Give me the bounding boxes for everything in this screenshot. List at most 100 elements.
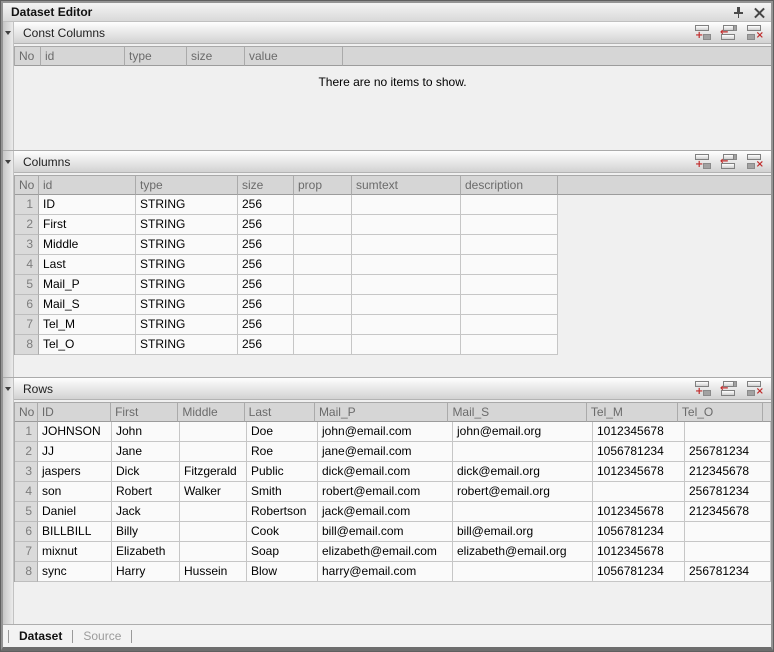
row-number-cell[interactable]: 2 [15, 215, 39, 235]
data-cell[interactable] [461, 235, 558, 255]
data-cell[interactable] [294, 255, 352, 275]
data-cell[interactable] [294, 275, 352, 295]
data-cell[interactable]: john@email.com [318, 422, 453, 442]
data-cell[interactable] [453, 502, 593, 522]
data-cell[interactable]: Harry [112, 562, 180, 582]
data-cell[interactable]: JOHNSON [38, 422, 112, 442]
data-cell[interactable]: jane@email.com [318, 442, 453, 462]
data-cell[interactable]: Elizabeth [112, 542, 180, 562]
column-header-size[interactable]: size [238, 176, 294, 195]
data-cell[interactable]: Robert [112, 482, 180, 502]
delete-row-icon[interactable]: × [746, 153, 765, 170]
data-cell[interactable]: dick@email.com [318, 462, 453, 482]
row-number-cell[interactable]: 6 [15, 295, 39, 315]
data-cell[interactable]: Tel_O [39, 335, 136, 355]
data-cell[interactable]: Doe [247, 422, 318, 442]
column-header-size[interactable]: size [187, 47, 245, 66]
column-header-last[interactable]: Last [245, 403, 315, 422]
data-cell[interactable]: STRING [136, 255, 238, 275]
add-row-icon[interactable]: + [694, 24, 713, 41]
data-cell[interactable] [180, 542, 247, 562]
data-cell[interactable]: Jack [112, 502, 180, 522]
data-cell[interactable]: 1056781234 [593, 562, 685, 582]
row-number-cell[interactable]: 4 [15, 482, 38, 502]
row-number-cell[interactable]: 3 [15, 235, 39, 255]
data-cell[interactable]: robert@email.org [453, 482, 593, 502]
data-cell[interactable] [294, 195, 352, 215]
row-number-cell[interactable]: 7 [15, 542, 38, 562]
row-number-cell[interactable]: 7 [15, 315, 39, 335]
data-cell[interactable]: Jane [112, 442, 180, 462]
data-cell[interactable] [352, 255, 461, 275]
data-cell[interactable] [180, 502, 247, 522]
row-number-cell[interactable]: 1 [15, 195, 39, 215]
data-cell[interactable] [352, 215, 461, 235]
insert-row-icon[interactable]: ← [720, 380, 739, 397]
column-header-mail_s[interactable]: Mail_S [448, 403, 586, 422]
data-cell[interactable]: Last [39, 255, 136, 275]
data-cell[interactable]: 256781234 [685, 442, 771, 462]
data-cell[interactable] [461, 275, 558, 295]
data-cell[interactable]: STRING [136, 195, 238, 215]
data-cell[interactable]: Cook [247, 522, 318, 542]
data-cell[interactable]: 1012345678 [593, 502, 685, 522]
data-cell[interactable]: 1012345678 [593, 462, 685, 482]
data-cell[interactable]: BILLBILL [38, 522, 112, 542]
data-cell[interactable] [180, 442, 247, 462]
data-cell[interactable] [593, 482, 685, 502]
data-cell[interactable]: 256 [238, 295, 294, 315]
add-row-icon[interactable]: + [694, 153, 713, 170]
row-number-cell[interactable]: 2 [15, 442, 38, 462]
panel-collapse-strip[interactable] [3, 22, 14, 150]
data-cell[interactable]: dick@email.org [453, 462, 593, 482]
data-cell[interactable]: Public [247, 462, 318, 482]
column-header-description[interactable]: description [461, 176, 558, 195]
close-icon[interactable] [754, 7, 765, 18]
row-number-cell[interactable]: 5 [15, 502, 38, 522]
column-header-mail_p[interactable]: Mail_P [315, 403, 449, 422]
data-cell[interactable]: STRING [136, 335, 238, 355]
data-cell[interactable]: Walker [180, 482, 247, 502]
column-header-value[interactable]: value [245, 47, 343, 66]
data-cell[interactable] [352, 315, 461, 335]
data-cell[interactable]: 1056781234 [593, 522, 685, 542]
column-header-first[interactable]: First [111, 403, 178, 422]
data-cell[interactable]: STRING [136, 315, 238, 335]
data-cell[interactable] [352, 295, 461, 315]
column-header-no[interactable]: No [15, 47, 41, 66]
data-cell[interactable]: harry@email.com [318, 562, 453, 582]
data-cell[interactable]: son [38, 482, 112, 502]
data-cell[interactable] [461, 295, 558, 315]
data-cell[interactable] [294, 315, 352, 335]
column-header-id[interactable]: id [41, 47, 125, 66]
data-cell[interactable]: Dick [112, 462, 180, 482]
data-cell[interactable] [294, 335, 352, 355]
tab-source[interactable]: Source [83, 629, 121, 643]
data-cell[interactable]: 256781234 [685, 482, 771, 502]
row-number-cell[interactable]: 5 [15, 275, 39, 295]
row-number-cell[interactable]: 8 [15, 562, 38, 582]
data-cell[interactable]: Middle [39, 235, 136, 255]
data-cell[interactable]: jaspers [38, 462, 112, 482]
row-number-cell[interactable]: 1 [15, 422, 38, 442]
data-cell[interactable] [352, 275, 461, 295]
data-cell[interactable] [180, 522, 247, 542]
data-cell[interactable]: Mail_S [39, 295, 136, 315]
data-cell[interactable] [685, 422, 771, 442]
data-cell[interactable] [461, 215, 558, 235]
data-cell[interactable]: elizabeth@email.org [453, 542, 593, 562]
data-cell[interactable]: bill@email.com [318, 522, 453, 542]
data-cell[interactable] [461, 335, 558, 355]
data-cell[interactable]: Hussein [180, 562, 247, 582]
row-number-cell[interactable]: 3 [15, 462, 38, 482]
column-header-sumtext[interactable]: sumtext [352, 176, 461, 195]
data-cell[interactable]: Smith [247, 482, 318, 502]
data-cell[interactable] [352, 195, 461, 215]
data-cell[interactable]: 1056781234 [593, 442, 685, 462]
delete-row-icon[interactable]: × [746, 380, 765, 397]
data-cell[interactable]: 256 [238, 255, 294, 275]
column-header-type[interactable]: type [136, 176, 238, 195]
data-cell[interactable]: robert@email.com [318, 482, 453, 502]
column-header-id[interactable]: id [39, 176, 136, 195]
delete-row-icon[interactable]: × [746, 24, 765, 41]
